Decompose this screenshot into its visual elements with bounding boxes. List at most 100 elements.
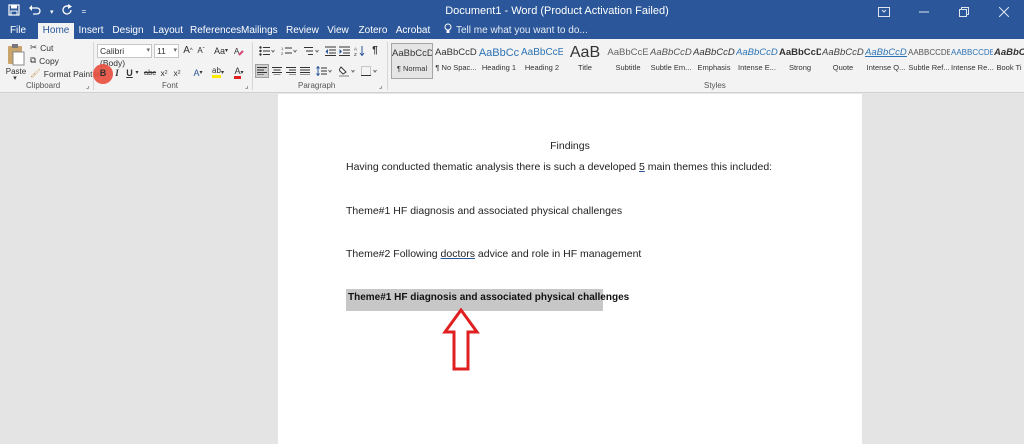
- show-formatting-marks-button[interactable]: ¶: [370, 44, 380, 57]
- tab-zotero[interactable]: Zotero: [358, 23, 388, 39]
- ribbon: Paste ▾ ✂ Cut ⧉ Copy 🖌 Format Painter Clipb…: [0, 39, 1024, 93]
- increase-indent-icon[interactable]: [338, 44, 350, 57]
- underline-button[interactable]: U: [125, 66, 134, 79]
- style-preview: AaBbCc: [478, 47, 520, 59]
- font-color-button[interactable]: A ▾: [230, 66, 248, 79]
- tab-review[interactable]: Review: [286, 23, 319, 39]
- paintbrush-icon: 🖌: [30, 68, 41, 78]
- style-book-title[interactable]: AaBbCcDc Book Ti: [994, 43, 1024, 79]
- style-no-spacing[interactable]: AaBbCcDc ¶ No Spac...: [435, 43, 477, 79]
- strikethrough-button[interactable]: abc: [143, 66, 157, 79]
- style-preview: AaBbCcDc: [994, 47, 1024, 58]
- tab-layout[interactable]: Layout: [151, 23, 185, 39]
- style-name: ¶ No Spac...: [435, 63, 477, 72]
- justify-icon[interactable]: [298, 64, 312, 78]
- style-heading-2[interactable]: AaBbCcE Heading 2: [521, 43, 563, 79]
- underline-dropdown-icon[interactable]: ▾: [134, 66, 140, 79]
- theme2-paragraph: Theme#2 Following doctors advice and rol…: [346, 248, 641, 260]
- style-quote[interactable]: AaBbCcDc Quote: [822, 43, 864, 79]
- style-emphasis[interactable]: AaBbCcDc Emphasis: [693, 43, 735, 79]
- chevron-down-icon: ▾: [173, 47, 177, 54]
- tab-design[interactable]: Design: [112, 23, 144, 39]
- style-title[interactable]: AaB Title: [564, 43, 606, 79]
- format-painter-label: Format Painter: [43, 68, 101, 79]
- clear-formatting-icon[interactable]: A: [233, 44, 245, 57]
- svg-text:Z: Z: [354, 51, 357, 55]
- highlight-button[interactable]: ab ▾: [209, 66, 227, 79]
- font-name-combo[interactable]: Calibri (Body) ▾: [97, 44, 152, 68]
- title-bar: ▾ = Document1 - Word (Product Activation…: [0, 0, 1024, 23]
- tell-me-box[interactable]: Tell me what you want to do...: [444, 23, 588, 39]
- restore-icon[interactable]: [944, 0, 984, 23]
- sort-icon[interactable]: AZ: [353, 44, 365, 57]
- tab-insert[interactable]: Insert: [78, 23, 104, 39]
- selected-bold-paragraph[interactable]: Theme#1 HF diagnosis and associated phys…: [348, 292, 629, 303]
- format-painter-button[interactable]: 🖌 Format Painter: [30, 68, 100, 79]
- copy-button[interactable]: ⧉ Copy: [30, 55, 59, 66]
- shrink-font-button[interactable]: Aˇ: [195, 44, 207, 57]
- up-arrow-annotation-icon: [442, 308, 480, 371]
- cut-button[interactable]: ✂ Cut: [30, 42, 53, 53]
- style-name: Subtitle: [615, 63, 641, 72]
- style-normal[interactable]: AaBbCcDc ¶ Normal: [391, 43, 433, 79]
- tab-home[interactable]: Home: [38, 23, 74, 39]
- multilevel-list-icon[interactable]: [301, 44, 321, 57]
- close-icon[interactable]: [984, 0, 1024, 23]
- numbering-icon[interactable]: 12: [279, 44, 299, 57]
- bullets-icon[interactable]: [257, 44, 277, 57]
- tab-references[interactable]: References: [190, 23, 241, 39]
- superscript-button[interactable]: x2: [172, 66, 182, 79]
- shading-icon[interactable]: [337, 64, 357, 78]
- style-heading-1[interactable]: AaBbCc Heading 1: [478, 43, 520, 79]
- tab-file[interactable]: File: [4, 23, 32, 39]
- style-subtle-emphasis[interactable]: AaBbCcDc Subtle Em...: [650, 43, 692, 79]
- styles-group-label: Styles: [704, 81, 726, 90]
- clipboard-group-label: Clipboard: [26, 81, 61, 90]
- clipboard-launcher-icon[interactable]: ⌟: [86, 82, 89, 90]
- intro-paragraph: Having conducted thematic analysis there…: [346, 161, 772, 173]
- align-right-icon[interactable]: [284, 64, 298, 78]
- style-subtle-reference[interactable]: AABBCCDE Subtle Ref...: [908, 43, 950, 79]
- bold-button[interactable]: B: [98, 66, 108, 79]
- lightbulb-icon: [444, 23, 452, 39]
- align-left-icon[interactable]: [255, 64, 269, 78]
- copy-label: Copy: [39, 55, 59, 66]
- line-spacing-icon[interactable]: [315, 64, 333, 78]
- style-preview: AaBbCcDc: [865, 47, 907, 58]
- italic-button[interactable]: I: [113, 66, 121, 79]
- tab-mailings[interactable]: Mailings: [241, 23, 278, 39]
- minimize-icon[interactable]: [904, 0, 944, 23]
- tab-acrobat[interactable]: Acrobat: [395, 23, 431, 39]
- change-case-button[interactable]: Aa ▾: [212, 44, 230, 57]
- tell-me-text: Tell me what you want to do...: [456, 25, 588, 36]
- font-group-label: Font: [162, 81, 179, 90]
- style-intense-quote[interactable]: AaBbCcDc Intense Q...: [865, 43, 907, 79]
- style-name: Title: [578, 63, 592, 72]
- style-name: Emphasis: [697, 63, 731, 72]
- style-preview: AaBbCcDc: [736, 47, 778, 58]
- theme2-text-end: advice and role in HF management: [474, 248, 642, 260]
- paragraph-group-label: Paragraph: [298, 81, 336, 90]
- decrease-indent-icon[interactable]: [324, 44, 336, 57]
- style-intense-emphasis[interactable]: AaBbCcDc Intense E...: [736, 43, 778, 79]
- align-center-icon[interactable]: [270, 64, 284, 78]
- style-intense-reference[interactable]: AABBCCDE Intense Re...: [951, 43, 993, 79]
- grow-font-button[interactable]: A ^: [182, 44, 194, 57]
- document-page[interactable]: Findings Having conducted thematic analy…: [278, 94, 862, 444]
- style-preview: AaBbCcDc: [392, 48, 432, 59]
- ribbon-display-icon[interactable]: [864, 0, 904, 23]
- borders-icon[interactable]: [359, 64, 379, 78]
- paste-dropdown-icon[interactable]: ▾: [10, 74, 20, 82]
- tab-view[interactable]: View: [325, 23, 351, 39]
- font-launcher-icon[interactable]: ⌟: [245, 82, 248, 90]
- paragraph-launcher-icon[interactable]: ⌟: [379, 82, 382, 90]
- style-name: Subtle Ref...: [908, 63, 950, 72]
- text-effects-button[interactable]: A ▾: [190, 66, 206, 79]
- subscript-button[interactable]: x2: [159, 66, 169, 79]
- cut-label: Cut: [40, 42, 54, 53]
- style-preview: AaBbCcDc: [650, 47, 692, 58]
- style-subtitle[interactable]: AaBbCcE Subtitle: [607, 43, 649, 79]
- font-size-combo[interactable]: 11 ▾: [154, 44, 179, 58]
- style-strong[interactable]: AaBbCcDc Strong: [779, 43, 821, 79]
- paste-icon[interactable]: [4, 42, 28, 68]
